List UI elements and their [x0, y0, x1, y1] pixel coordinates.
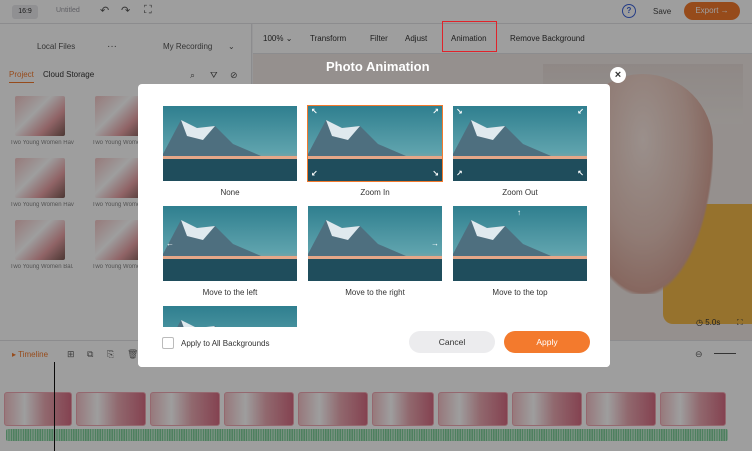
animation-preview: ←	[162, 205, 298, 282]
landscape-image	[453, 106, 587, 181]
animation-preview	[162, 305, 298, 327]
arrow-in-icon: ↖	[577, 169, 584, 178]
animation-option-label: Zoom Out	[502, 188, 538, 197]
landscape-image	[163, 306, 297, 327]
arrow-in-icon: ↘	[456, 107, 463, 116]
animation-option-label: Zoom In	[360, 188, 390, 197]
landscape-image	[163, 106, 297, 181]
arrow-left-icon: ←	[166, 239, 174, 248]
animation-preview	[162, 105, 298, 182]
animation-option-move-left[interactable]: ← Move to the left	[162, 205, 298, 297]
landscape-image	[453, 206, 587, 281]
animation-preview: ↑	[452, 205, 588, 282]
animation-tab-highlight	[442, 21, 497, 52]
animation-option-zoom-in[interactable]: ↖ ↗ ↙ ↘ Zoom In	[307, 105, 443, 197]
photo-animation-dialog: None ↖ ↗ ↙ ↘ Zoom In ↘ ↙ ↗ ↖ Zoom Out ←	[138, 84, 610, 367]
animation-preview: ↖ ↗ ↙ ↘	[307, 105, 443, 182]
landscape-image	[163, 206, 297, 281]
arrow-out-icon: ↗	[432, 107, 439, 116]
arrow-out-icon: ↘	[432, 169, 439, 178]
arrow-out-icon: ↙	[311, 169, 318, 178]
animation-option-zoom-out[interactable]: ↘ ↙ ↗ ↖ Zoom Out	[452, 105, 588, 197]
animation-preview: ↘ ↙ ↗ ↖	[452, 105, 588, 182]
landscape-image	[308, 106, 442, 181]
arrow-in-icon: ↗	[456, 169, 463, 178]
animation-option-more[interactable]	[162, 305, 298, 327]
animation-option-move-right[interactable]: → Move to the right	[307, 205, 443, 297]
animation-option-none[interactable]: None	[162, 105, 298, 197]
modal-title: Photo Animation	[326, 59, 430, 74]
animation-grid[interactable]: None ↖ ↗ ↙ ↘ Zoom In ↘ ↙ ↗ ↖ Zoom Out ←	[138, 84, 610, 327]
apply-all-label[interactable]: Apply to All Backgrounds	[181, 339, 270, 348]
apply-all-checkbox[interactable]	[162, 337, 174, 349]
apply-button[interactable]: Apply	[504, 331, 590, 353]
close-icon[interactable]: ×	[610, 67, 626, 83]
arrow-right-icon: →	[431, 239, 439, 248]
arrow-up-icon: ↑	[517, 208, 521, 217]
arrow-out-icon: ↖	[311, 107, 318, 116]
animation-option-label: Move to the top	[492, 288, 548, 297]
animation-preview: →	[307, 205, 443, 282]
arrow-in-icon: ↙	[577, 107, 584, 116]
animation-option-label: None	[220, 188, 240, 197]
animation-option-label: Move to the right	[345, 288, 405, 297]
animation-option-label: Move to the left	[202, 288, 258, 297]
animation-option-move-top[interactable]: ↑ Move to the top	[452, 205, 588, 297]
landscape-image	[308, 206, 442, 281]
cancel-button[interactable]: Cancel	[409, 331, 495, 353]
